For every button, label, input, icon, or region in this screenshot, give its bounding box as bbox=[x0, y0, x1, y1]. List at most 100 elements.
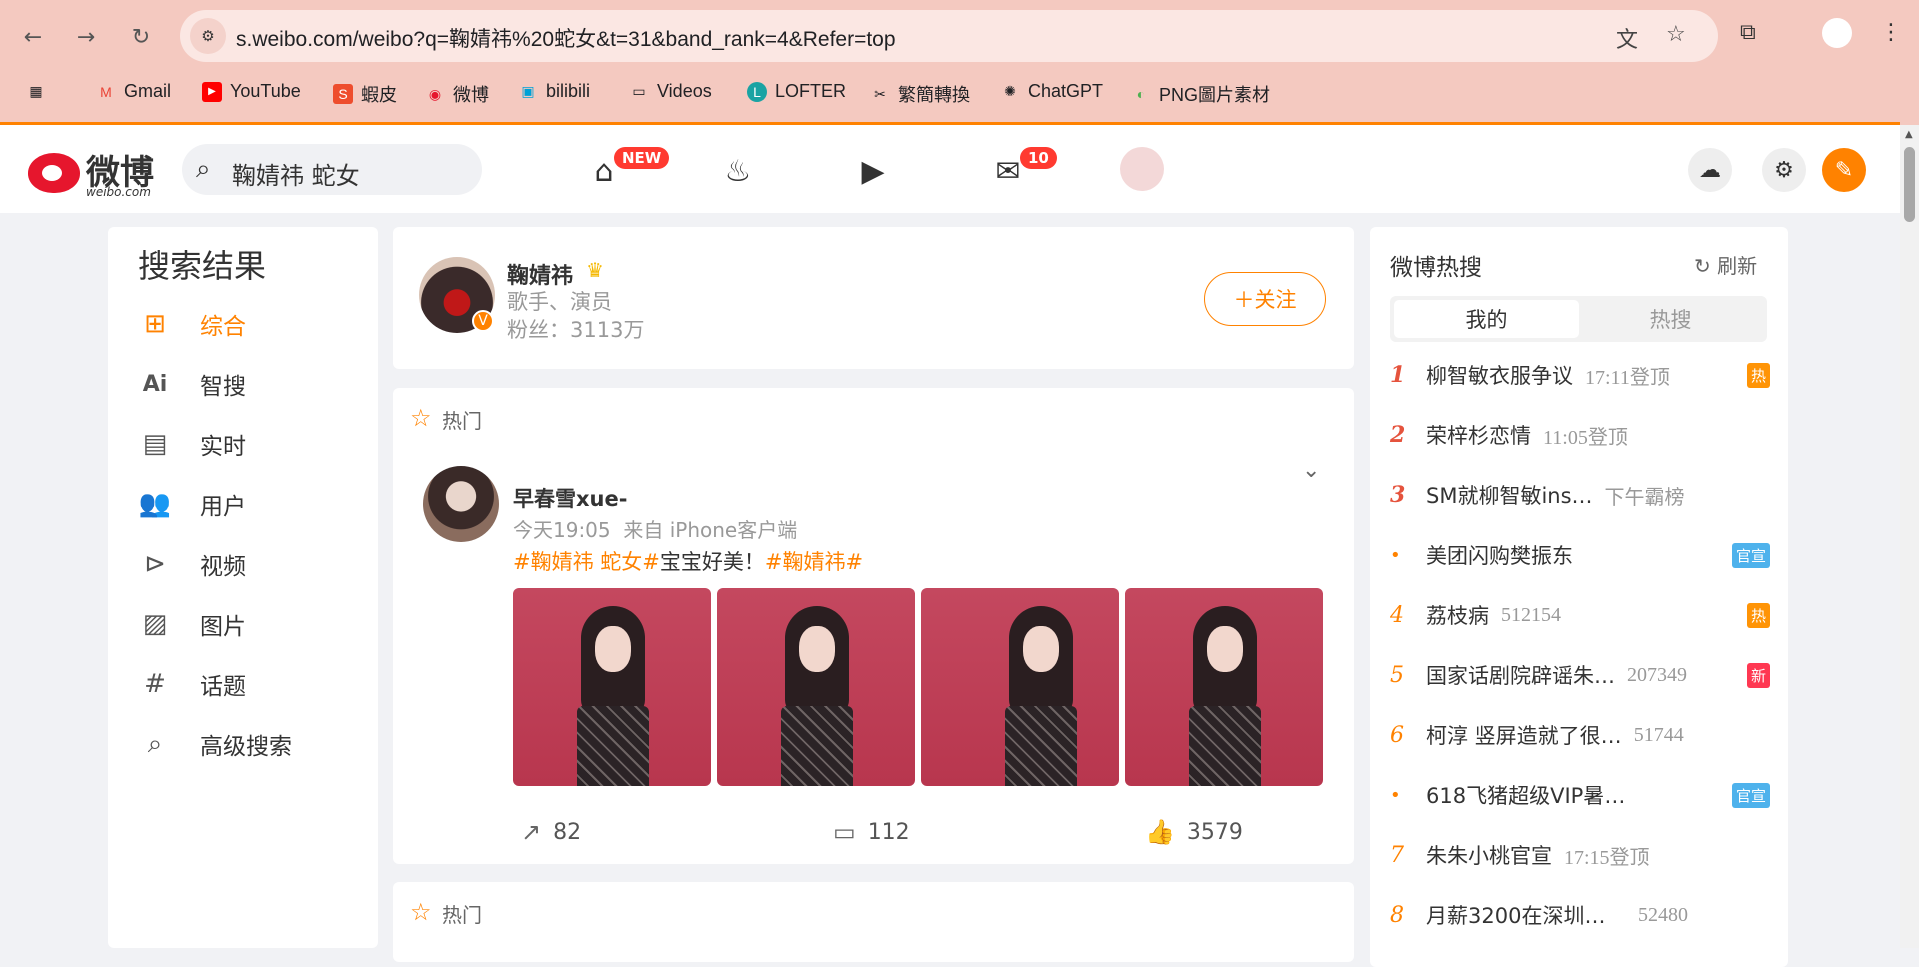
sidebar-item-topics[interactable]: # 话题 bbox=[138, 667, 246, 701]
forward-icon[interactable]: → bbox=[69, 20, 103, 54]
post-image[interactable] bbox=[921, 588, 1119, 786]
post-image[interactable] bbox=[717, 588, 915, 786]
tools-icon: ✂ bbox=[874, 85, 886, 102]
bookmark-star-icon[interactable]: ☆ bbox=[1666, 22, 1686, 47]
tab-mine[interactable]: 我的 bbox=[1394, 300, 1579, 338]
bookmark-gmail[interactable]: M Gmail bbox=[96, 81, 171, 102]
search-input[interactable]: 鞠婧祎 蛇女 bbox=[232, 156, 360, 191]
back-icon[interactable]: ← bbox=[16, 20, 50, 54]
users-icon: 👥 bbox=[138, 489, 172, 519]
like-button[interactable]: 👍 3579 bbox=[1145, 818, 1243, 846]
hot-title[interactable]: 朱朱小桃官宣 bbox=[1426, 840, 1552, 870]
hot-label-badge: 官宣 bbox=[1731, 542, 1770, 568]
hashtag-link[interactable]: #鞠婧祎 蛇女# bbox=[513, 550, 660, 574]
video-icon[interactable]: ▶ bbox=[851, 149, 895, 193]
hot-search-item[interactable]: 6 柯淳 竖屏造就了很… 51744 bbox=[1390, 715, 1770, 755]
post-source: 来自 iPhone客户端 bbox=[623, 518, 798, 542]
translate-icon[interactable]: 文 bbox=[1616, 22, 1638, 54]
hot-meta: 52480 bbox=[1638, 903, 1688, 926]
sidebar-item-images[interactable]: ▨ 图片 bbox=[138, 607, 246, 641]
hot-rank: 8 bbox=[1390, 902, 1404, 928]
bookmark-chatgpt[interactable]: ✺ ChatGPT bbox=[1000, 81, 1103, 102]
hot-rank: 5 bbox=[1390, 662, 1404, 688]
hashtag-icon: # bbox=[144, 669, 166, 699]
sidebar-item-users[interactable]: 👥 用户 bbox=[138, 487, 246, 521]
address-bar[interactable]: ⚙ s.weibo.com/weibo?q=鞠婧祎%20蛇女&t=31&band… bbox=[180, 10, 1718, 62]
profile-desc: 歌手、演员 bbox=[507, 290, 612, 314]
sidebar-item-realtime[interactable]: ▤ 实时 bbox=[138, 427, 246, 461]
hot-search-item[interactable]: 3 SM就柳智敏ins… 下午霸榜 bbox=[1390, 475, 1770, 515]
site-info-icon[interactable]: ⚙ bbox=[190, 18, 226, 54]
repost-icon: ↗ bbox=[521, 818, 542, 846]
bookmark-convert[interactable]: ✂ 繁簡轉換 bbox=[870, 81, 970, 107]
extensions-icon[interactable]: ⧉ bbox=[1740, 20, 1756, 45]
post-time[interactable]: 今天19:05 bbox=[513, 518, 611, 542]
post-image[interactable] bbox=[513, 588, 711, 786]
apps-icon[interactable]: ▦ bbox=[26, 81, 46, 101]
scroll-up-icon[interactable]: ▲ bbox=[1905, 129, 1913, 140]
weibo-logo[interactable]: 微博 weibo.com bbox=[28, 145, 168, 199]
profile-fans: 粉丝：3113万 bbox=[507, 318, 645, 342]
scrollbar-thumb[interactable] bbox=[1904, 147, 1915, 222]
reload-icon[interactable]: ↻ bbox=[124, 20, 158, 54]
settings-icon[interactable]: ⚙ bbox=[1762, 148, 1806, 192]
hot-title[interactable]: 618飞猪超级VIP暑期不加价 bbox=[1426, 780, 1626, 810]
bookmark-weibo[interactable]: ◉ 微博 bbox=[425, 81, 489, 107]
browser-chrome: ← → ↻ ⚙ s.weibo.com/weibo?q=鞠婧祎%20蛇女&t=3… bbox=[0, 0, 1919, 125]
hot-title[interactable]: 荣梓杉恋情 bbox=[1426, 420, 1531, 450]
hot-title[interactable]: 柳智敏衣服争议 bbox=[1426, 360, 1573, 390]
hot-search-item[interactable]: 2 荣梓杉恋情 11:05登顶 bbox=[1390, 415, 1770, 455]
hot-search-item[interactable]: • 618飞猪超级VIP暑期不加价 官宣 bbox=[1390, 775, 1770, 815]
tab-hot[interactable]: 热搜 bbox=[1578, 300, 1763, 338]
hot-fire-icon[interactable]: ♨ bbox=[716, 149, 760, 193]
hot-title[interactable]: 美团闪购樊振东 bbox=[1426, 540, 1573, 570]
address-url[interactable]: s.weibo.com/weibo?q=鞠婧祎%20蛇女&t=31&band_r… bbox=[236, 23, 896, 53]
repost-button[interactable]: ↗ 82 bbox=[521, 818, 581, 846]
hot-rank: 7 bbox=[1390, 842, 1404, 868]
chevron-down-icon[interactable]: ⌄ bbox=[1302, 458, 1320, 483]
user-avatar[interactable] bbox=[1120, 147, 1164, 191]
bookmark-png[interactable]: ◐ PNG圖片素材 bbox=[1131, 81, 1270, 107]
menu-icon[interactable]: ⋮ bbox=[1880, 20, 1902, 45]
hot-title[interactable]: SM就柳智敏ins… bbox=[1426, 480, 1593, 510]
hot-title[interactable]: 荔枝病 bbox=[1426, 600, 1489, 630]
bookmark-bilibili[interactable]: ▣ bilibili bbox=[518, 81, 590, 102]
hot-meta: 11:05登顶 bbox=[1543, 426, 1628, 449]
search-box[interactable]: ⌕ 鞠婧祎 蛇女 bbox=[182, 144, 482, 195]
hot-search-item[interactable]: 5 国家话剧院辟谣朱… 207349 新 bbox=[1390, 655, 1770, 695]
hot-search-item[interactable]: 1 柳智敏衣服争议 17:11登顶 热 bbox=[1390, 355, 1770, 395]
follow-button[interactable]: ＋关注 bbox=[1204, 272, 1326, 326]
comment-icon: ▭ bbox=[833, 818, 856, 846]
hot-tabs: 我的 热搜 bbox=[1390, 296, 1767, 342]
hot-rank: 1 bbox=[1390, 362, 1406, 388]
hot-search-item[interactable]: 8 月薪3200在深圳便… 52480 bbox=[1390, 895, 1770, 935]
post-author-avatar[interactable] bbox=[423, 466, 499, 542]
game-icon[interactable]: ☁ bbox=[1688, 148, 1732, 192]
scrollbar[interactable]: ▲ bbox=[1900, 125, 1919, 948]
bookmark-shopee[interactable]: S 蝦皮 bbox=[333, 81, 397, 107]
hot-meta: 207349 bbox=[1627, 663, 1687, 686]
hot-rank: • bbox=[1390, 544, 1401, 566]
post-author[interactable]: 早春雪xue- bbox=[513, 483, 627, 513]
hot-search-item[interactable]: 7 朱朱小桃官宣 17:15登顶 bbox=[1390, 835, 1770, 875]
comment-button[interactable]: ▭ 112 bbox=[833, 818, 910, 846]
hot-title[interactable]: 国家话剧院辟谣朱… bbox=[1426, 660, 1615, 690]
hot-title[interactable]: 柯淳 竖屏造就了很… bbox=[1426, 720, 1622, 750]
sidebar-item-advanced[interactable]: ⌕ 高级搜索 bbox=[138, 727, 292, 761]
bookmark-youtube[interactable]: ▶ YouTube bbox=[202, 81, 301, 102]
star-icon: ☆ bbox=[410, 898, 432, 926]
sidebar-item-video[interactable]: ⊳ 视频 bbox=[138, 547, 246, 581]
folder-icon: ▭ bbox=[632, 83, 646, 99]
refresh-button[interactable]: ↻ 刷新 bbox=[1694, 250, 1757, 279]
bookmark-videos[interactable]: ▭ Videos bbox=[629, 81, 711, 102]
post-image[interactable] bbox=[1125, 588, 1323, 786]
hot-title[interactable]: 月薪3200在深圳便… bbox=[1426, 900, 1626, 930]
hashtag-link[interactable]: #鞠婧祎# bbox=[765, 550, 863, 574]
sidebar-item-all[interactable]: ⊞ 综合 bbox=[138, 307, 246, 341]
bookmark-lofter[interactable]: L LOFTER bbox=[747, 81, 846, 102]
sidebar-item-ai[interactable]: Ai 智搜 bbox=[138, 367, 246, 401]
compose-icon[interactable]: ✎ bbox=[1822, 148, 1866, 192]
hot-search-item[interactable]: • 美团闪购樊振东 官宣 bbox=[1390, 535, 1770, 575]
hot-search-item[interactable]: 4 荔枝病 512154 热 bbox=[1390, 595, 1770, 635]
profile-avatar[interactable] bbox=[1822, 18, 1852, 48]
